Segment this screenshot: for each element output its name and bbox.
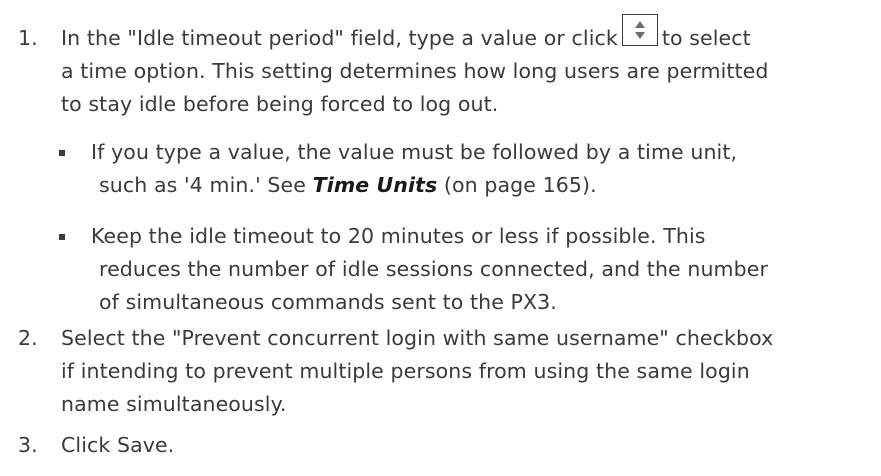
step-number: 3. bbox=[18, 433, 38, 457]
time-units-link[interactable]: Time Units bbox=[313, 173, 438, 197]
bullet-2-line-3: of simultaneous commands sent to the PX3… bbox=[99, 290, 557, 314]
bullet-item: If you type a value, the value must be f… bbox=[0, 136, 881, 206]
step-2-line-2: if intending to prevent multiple persons… bbox=[61, 359, 750, 383]
step-2: 2. Select the "Prevent concurrent login … bbox=[18, 322, 878, 422]
bullet-1-line-1: If you type a value, the value must be f… bbox=[91, 140, 738, 164]
bullet-marker bbox=[59, 234, 65, 240]
bullet-1-line-2: such as '4 min.' See Time Units (on page… bbox=[99, 169, 597, 202]
step-1-line-1: In the "Idle timeout period" field, type… bbox=[61, 14, 751, 55]
bullet-text: (on page 165). bbox=[443, 173, 597, 197]
bullet-text: such as '4 min.' See bbox=[99, 173, 306, 197]
step-3: 3. Click Save. bbox=[18, 429, 878, 463]
step-1-line-3: to stay idle before being forced to log … bbox=[61, 92, 499, 116]
step-number: 2. bbox=[18, 326, 38, 350]
step-2-line-3: name simultaneously. bbox=[61, 392, 287, 416]
step-1: 1. In the "Idle timeout period" field, t… bbox=[18, 14, 878, 152]
arrow-down-icon bbox=[634, 32, 645, 39]
arrow-up-icon bbox=[634, 21, 645, 28]
bullet-item: Keep the idle timeout to 20 minutes or l… bbox=[0, 220, 881, 320]
help-document: 1. In the "Idle timeout period" field, t… bbox=[0, 0, 881, 476]
step-1-line-2: a time option. This setting determines h… bbox=[61, 59, 769, 83]
step-number: 1. bbox=[18, 26, 38, 50]
bullet-2-line-2: reduces the number of idle sessions conn… bbox=[99, 257, 768, 281]
step-3-line-1: Click Save. bbox=[61, 433, 175, 457]
bullet-marker bbox=[59, 150, 65, 156]
bullet-2-line-1: Keep the idle timeout to 20 minutes or l… bbox=[91, 224, 706, 248]
step-text: to select bbox=[661, 26, 751, 50]
step-2-line-1: Select the "Prevent concurrent login wit… bbox=[61, 326, 774, 350]
step-text: In the "Idle timeout period" field, type… bbox=[61, 26, 618, 50]
spinner-up-down-icon bbox=[621, 14, 658, 46]
